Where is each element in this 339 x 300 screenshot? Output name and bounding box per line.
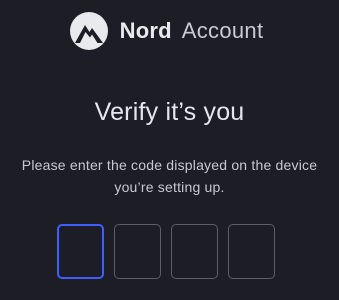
brand-header: Nord Account xyxy=(0,12,339,50)
brand-name-bold: Nord xyxy=(119,18,172,43)
verification-code-input xyxy=(57,224,275,279)
page-subtitle: Please enter the code displayed on the d… xyxy=(21,157,318,195)
nord-logo-icon xyxy=(69,12,108,50)
code-digit-1[interactable] xyxy=(57,224,104,279)
code-digit-2[interactable] xyxy=(114,224,161,279)
code-digit-3[interactable] xyxy=(171,224,218,279)
page-title: Verify it’s you xyxy=(94,98,245,126)
brand-name-light: Account xyxy=(181,18,264,43)
code-digit-4[interactable] xyxy=(228,224,275,279)
